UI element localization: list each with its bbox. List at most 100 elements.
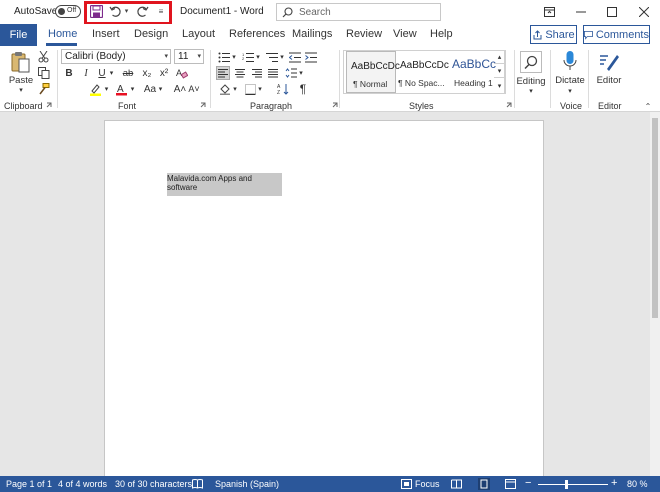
style-normal[interactable]: AaBbCcDc ¶ Normal (346, 51, 400, 93)
tab-layout[interactable]: Layout (182, 28, 215, 40)
font-color-dropdown-icon[interactable]: ▾ (129, 82, 136, 96)
print-layout-icon[interactable] (478, 478, 490, 490)
line-spacing-dropdown-icon[interactable]: ▾ (298, 66, 304, 80)
zoom-level[interactable]: 80 % (627, 479, 648, 489)
bullets-dropdown-icon[interactable]: ▾ (231, 50, 237, 64)
clipboard-launcher-icon[interactable] (46, 102, 53, 109)
tab-design[interactable]: Design (134, 28, 168, 40)
paragraph-launcher-icon[interactable] (332, 102, 339, 109)
zoom-in-button[interactable]: + (611, 477, 617, 489)
style-name: Heading 1 (454, 78, 493, 88)
tab-file[interactable]: File (0, 24, 37, 46)
customize-qat-icon[interactable]: ≡ (156, 3, 166, 19)
save-icon[interactable] (89, 3, 103, 19)
collapse-ribbon-icon[interactable]: ⌃ (643, 102, 653, 111)
align-center-icon[interactable] (233, 66, 247, 80)
character-count[interactable]: 30 of 30 characters (115, 479, 192, 489)
borders-dropdown-icon[interactable]: ▾ (257, 82, 263, 96)
tab-view[interactable]: View (393, 28, 417, 40)
italic-button[interactable]: I (80, 66, 92, 80)
shading-icon[interactable] (218, 82, 232, 96)
styles-scroll-down-icon[interactable]: ▾ (494, 64, 506, 78)
format-painter-icon[interactable] (37, 82, 50, 95)
font-size-combo[interactable]: 11 ▾ (174, 49, 204, 64)
bullets-icon[interactable] (217, 50, 231, 64)
scrollbar-thumb[interactable] (652, 118, 658, 318)
align-left-icon[interactable] (216, 66, 230, 80)
underline-dropdown-icon[interactable]: ▾ (108, 66, 115, 80)
underline-button[interactable]: U (96, 66, 108, 80)
close-icon[interactable] (636, 4, 652, 20)
search-box[interactable]: Search (276, 3, 441, 21)
share-button[interactable]: Share (530, 25, 577, 44)
multilevel-dropdown-icon[interactable]: ▾ (279, 50, 285, 64)
copy-icon[interactable] (37, 66, 50, 79)
read-mode-icon[interactable] (451, 479, 462, 489)
group-label-paragraph: Paragraph (250, 101, 293, 111)
comments-button[interactable]: Comments (583, 25, 650, 44)
highlight-icon[interactable] (88, 82, 102, 96)
zoom-slider[interactable] (538, 484, 608, 485)
tab-home[interactable]: Home (48, 28, 77, 40)
numbering-dropdown-icon[interactable]: ▾ (255, 50, 261, 64)
superscript-button[interactable]: x² (157, 66, 171, 80)
web-layout-icon[interactable] (505, 479, 516, 489)
selected-document-text[interactable]: Malavida.com Apps and software (167, 173, 282, 196)
font-launcher-icon[interactable] (200, 102, 207, 109)
font-color-icon[interactable]: A (114, 82, 128, 96)
vertical-scrollbar[interactable] (650, 112, 660, 476)
highlight-dropdown-icon[interactable]: ▾ (103, 82, 110, 96)
dictate-button[interactable]: Dictate (555, 48, 585, 88)
document-page[interactable]: Malavida.com Apps and software (104, 120, 544, 480)
language-indicator[interactable]: Spanish (Spain) (215, 479, 279, 489)
minimize-icon[interactable] (573, 4, 589, 20)
styles-launcher-icon[interactable] (506, 102, 513, 109)
show-formatting-marks-button[interactable]: ¶ (296, 82, 310, 96)
sort-icon[interactable]: AZ (276, 82, 290, 96)
style-no-spacing[interactable]: AaBbCcDc ¶ No Spac... (396, 51, 449, 93)
word-count[interactable]: 4 of 4 words (58, 479, 107, 489)
clear-formatting-icon[interactable]: A (175, 66, 189, 80)
shading-dropdown-icon[interactable]: ▾ (232, 82, 238, 96)
autosave-toggle[interactable]: Off (55, 5, 81, 18)
strikethrough-button[interactable]: ab (121, 66, 135, 80)
group-separator (210, 50, 211, 108)
dictate-dropdown-icon[interactable]: ▾ (566, 86, 574, 96)
line-spacing-icon[interactable] (284, 66, 298, 80)
numbering-icon[interactable]: 12 (241, 50, 255, 64)
maximize-icon[interactable] (604, 4, 620, 20)
tab-insert[interactable]: Insert (92, 28, 120, 40)
editor-button[interactable]: Editor (594, 48, 624, 88)
cut-icon[interactable] (37, 50, 50, 63)
grow-font-button[interactable]: A˄ (174, 82, 187, 96)
page-count[interactable]: Page 1 of 1 (6, 479, 52, 489)
tab-review[interactable]: Review (346, 28, 382, 40)
justify-icon[interactable] (266, 66, 280, 80)
tab-references[interactable]: References (229, 28, 285, 40)
zoom-slider-thumb[interactable] (564, 480, 568, 489)
tab-help[interactable]: Help (430, 28, 453, 40)
subscript-button[interactable]: x₂ (140, 66, 154, 80)
tab-mailings[interactable]: Mailings (292, 28, 332, 40)
redo-icon[interactable] (135, 3, 149, 19)
editing-button[interactable]: Editing ▾ (516, 48, 546, 98)
multilevel-list-icon[interactable] (265, 50, 279, 64)
change-case-button[interactable]: Aa (143, 82, 157, 96)
undo-icon[interactable] (108, 3, 122, 19)
proofing-icon[interactable] (192, 479, 203, 489)
undo-dropdown-icon[interactable]: ▾ (123, 3, 130, 19)
ribbon-display-options-icon[interactable] (541, 4, 557, 20)
zoom-out-button[interactable]: − (525, 477, 531, 489)
styles-more-icon[interactable]: ▾ (494, 78, 506, 94)
font-name-combo[interactable]: Calibri (Body) ▾ (61, 49, 171, 64)
focus-button[interactable]: Focus (415, 479, 440, 489)
paste-button[interactable]: Paste ▾ (8, 48, 34, 96)
change-case-dropdown-icon[interactable]: ▾ (157, 82, 164, 96)
borders-icon[interactable] (243, 82, 257, 96)
styles-scroll-up-icon[interactable]: ▴ (494, 50, 506, 64)
shrink-font-button[interactable]: A˅ (188, 82, 200, 96)
increase-indent-icon[interactable] (304, 50, 317, 64)
decrease-indent-icon[interactable] (288, 50, 301, 64)
align-right-icon[interactable] (250, 66, 264, 80)
bold-button[interactable]: B (63, 66, 75, 80)
